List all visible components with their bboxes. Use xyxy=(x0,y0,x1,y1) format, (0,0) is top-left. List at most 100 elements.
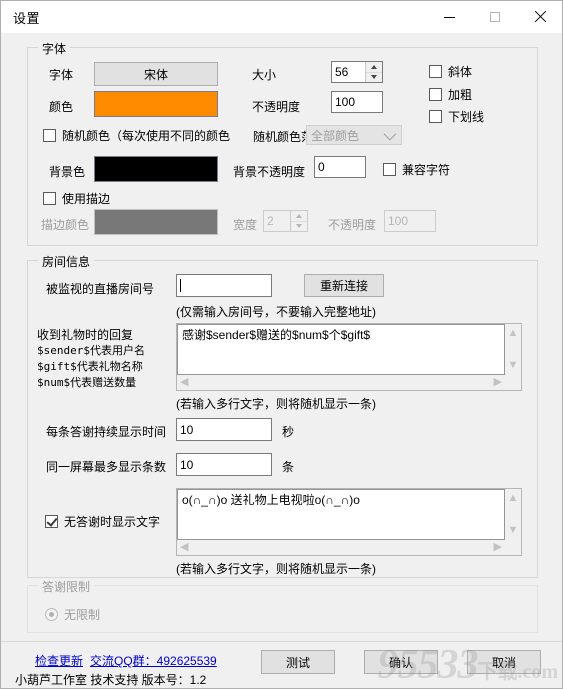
background-opacity-input[interactable]: 0 xyxy=(314,156,366,178)
test-button[interactable]: 测试 xyxy=(261,650,335,674)
random-range-select[interactable]: 全部颜色 xyxy=(306,125,402,145)
close-button[interactable] xyxy=(517,1,562,33)
room-number-label: 被监视的直播房间号 xyxy=(46,282,155,296)
max-count-unit: 条 xyxy=(282,460,295,474)
font-size-up-button[interactable] xyxy=(366,62,382,73)
font-size-down-button[interactable] xyxy=(366,73,382,83)
max-count-input[interactable]: 10 xyxy=(176,453,272,476)
limit-groupbox: 答谢限制 xyxy=(27,578,538,633)
reply-label-line-1: 收到礼物时的回复 xyxy=(37,328,134,342)
idle-text-checkbox-box xyxy=(45,515,58,528)
font-color-swatch[interactable] xyxy=(94,91,218,117)
random-color-label: 随机颜色（每次使用不同的颜色 xyxy=(62,129,231,143)
room-number-input[interactable] xyxy=(176,274,272,297)
stroke-width-arrows xyxy=(290,211,307,231)
chevron-down-icon xyxy=(383,127,397,140)
random-color-checkbox[interactable]: 随机颜色（每次使用不同的颜色 xyxy=(43,127,230,144)
settings-window: 设置 字体 字体 宋体 大小 56 斜体 颜色 不透明度 100 加粗 下划线 … xyxy=(0,0,563,689)
scroll-left-icon[interactable]: ◀ xyxy=(180,377,188,388)
scroll-left-icon[interactable]: ◀ xyxy=(180,542,188,553)
font-group-title: 字体 xyxy=(38,40,71,57)
random-range-value: 全部颜色 xyxy=(311,128,360,143)
idle-text-checkbox[interactable]: 无答谢时显示文字 xyxy=(45,513,160,530)
minimize-button[interactable] xyxy=(427,1,472,33)
scroll-right-icon[interactable]: ▶ xyxy=(494,377,502,388)
stroke-width-value: 2 xyxy=(267,214,274,228)
max-count-label: 同一屏幕最多显示条数 xyxy=(46,460,167,474)
cancel-button[interactable]: 取消 xyxy=(467,650,541,674)
idle-textarea[interactable]: o(∩_∩)o 送礼物上电视啦o(∩_∩)o xyxy=(177,489,505,540)
stroke-opacity-label: 不透明度 xyxy=(328,218,377,232)
background-color-swatch[interactable] xyxy=(94,156,218,182)
room-number-hint: (仅需输入房间号，不要输入完整地址) xyxy=(176,305,376,319)
compat-char-label: 兼容字符 xyxy=(402,163,451,177)
test-button-label: 测试 xyxy=(285,655,310,670)
chevron-up-icon xyxy=(296,213,302,218)
stroke-color-swatch[interactable] xyxy=(94,209,218,235)
italic-checkbox[interactable]: 斜体 xyxy=(429,63,472,80)
compat-char-checkbox[interactable]: 兼容字符 xyxy=(383,161,450,178)
reconnect-button-label: 重新连接 xyxy=(319,279,368,293)
reply-textarea[interactable]: 感谢$sender$赠送的$num$个$gift$ xyxy=(177,324,505,375)
stroke-width-stepper[interactable]: 2 xyxy=(263,210,308,232)
font-label: 字体 xyxy=(49,68,74,82)
reply-label-line-3: $gift$代表礼物名称 xyxy=(37,360,143,373)
minimize-icon xyxy=(444,16,455,18)
idle-vertical-scrollbar[interactable]: ▲ ▼ xyxy=(505,489,521,540)
stroke-width-up-button[interactable] xyxy=(291,211,307,222)
stroke-width-label: 宽度 xyxy=(233,218,258,232)
use-stroke-checkbox[interactable]: 使用描边 xyxy=(43,190,110,207)
stroke-color-label: 描边颜色 xyxy=(41,218,90,232)
font-opacity-input[interactable]: 100 xyxy=(331,91,383,113)
scroll-up-icon[interactable]: ▲ xyxy=(508,493,519,504)
bg-color-label: 背景色 xyxy=(49,165,86,179)
chevron-down-icon xyxy=(371,75,377,80)
underline-checkbox[interactable]: 下划线 xyxy=(429,108,484,125)
reply-vertical-scrollbar[interactable]: ▲ ▼ xyxy=(505,324,521,375)
max-count-value: 10 xyxy=(180,457,194,472)
underline-label: 下划线 xyxy=(448,110,485,124)
background-opacity-value: 0 xyxy=(318,160,325,174)
scroll-right-icon[interactable]: ▶ xyxy=(494,542,502,553)
idle-horizontal-scrollbar[interactable]: ◀ ▶ xyxy=(177,540,505,555)
bg-opacity-label: 背景不透明度 xyxy=(233,165,306,179)
reply-horizontal-scrollbar[interactable]: ◀ ▶ xyxy=(177,375,505,390)
font-picker-button[interactable]: 宋体 xyxy=(94,62,218,86)
cancel-button-label: 取消 xyxy=(491,655,516,670)
title-bar: 设置 xyxy=(1,1,562,33)
scroll-up-icon[interactable]: ▲ xyxy=(508,328,519,339)
color-label: 颜色 xyxy=(49,100,74,114)
window-title: 设置 xyxy=(13,10,41,26)
bold-checkbox[interactable]: 加粗 xyxy=(429,86,472,103)
bold-checkbox-box xyxy=(429,88,442,101)
italic-label: 斜体 xyxy=(448,65,473,79)
no-limit-radio-box xyxy=(45,608,58,621)
limit-group-title: 答谢限制 xyxy=(38,578,95,595)
check-update-link[interactable]: 检查更新 xyxy=(35,652,83,669)
font-picker-value: 宋体 xyxy=(143,67,168,82)
qq-group-link[interactable]: 交流QQ群：492625539 xyxy=(90,652,217,669)
idle-hint: (若输入多行文字，则将随机显示一条) xyxy=(176,562,376,576)
maximize-button[interactable] xyxy=(472,1,517,33)
duration-value: 10 xyxy=(180,422,194,437)
scroll-down-icon[interactable]: ▼ xyxy=(508,525,519,536)
stroke-opacity-value: 100 xyxy=(388,214,409,228)
window-controls xyxy=(427,1,562,33)
scroll-down-icon[interactable]: ▼ xyxy=(508,360,519,371)
idle-textarea-wrap: o(∩_∩)o 送礼物上电视啦o(∩_∩)o ▲ ▼ ◀ ▶ xyxy=(176,488,522,556)
compat-char-checkbox-box xyxy=(383,163,396,176)
stroke-opacity-input[interactable]: 100 xyxy=(384,210,436,232)
reconnect-button[interactable]: 重新连接 xyxy=(304,274,384,297)
duration-unit: 秒 xyxy=(282,425,295,439)
no-limit-radio[interactable]: 无限制 xyxy=(45,606,100,623)
duration-input[interactable]: 10 xyxy=(176,418,272,441)
stroke-width-down-button[interactable] xyxy=(291,222,307,232)
font-size-value: 56 xyxy=(335,65,349,79)
font-size-arrows xyxy=(365,62,382,82)
use-stroke-label: 使用描边 xyxy=(62,192,111,206)
text-caret xyxy=(180,279,181,292)
confirm-button[interactable]: 确认 xyxy=(364,650,438,674)
size-label: 大小 xyxy=(252,68,277,82)
no-limit-label: 无限制 xyxy=(64,608,101,622)
font-size-stepper[interactable]: 56 xyxy=(331,61,383,83)
